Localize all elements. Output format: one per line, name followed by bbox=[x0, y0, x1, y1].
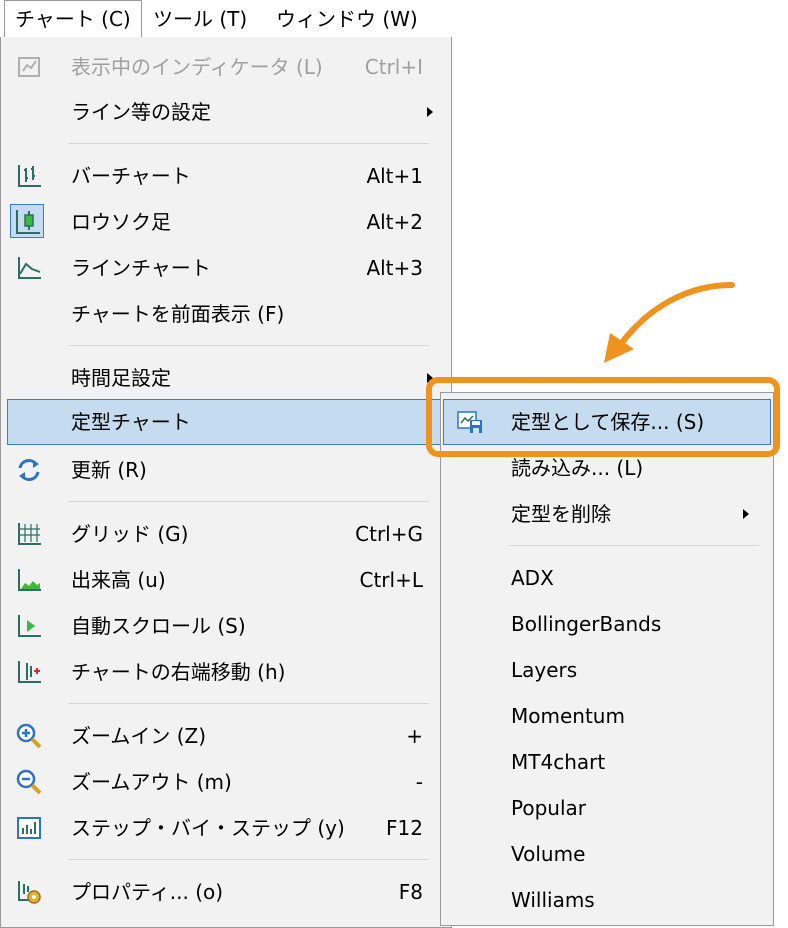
submenu-item-template[interactable]: Momentum bbox=[441, 693, 773, 739]
menu-item-shortcut: Alt+2 bbox=[366, 210, 423, 234]
menu-item-shortcut: Alt+3 bbox=[366, 256, 423, 280]
menu-item-label: ステップ・バイ・ステップ (y) bbox=[71, 816, 345, 840]
refresh-icon bbox=[15, 456, 43, 484]
menu-separator bbox=[69, 501, 429, 502]
submenu-item-label: 定型として保存... (S) bbox=[511, 410, 705, 434]
submenu-item-label: Popular bbox=[511, 796, 586, 820]
menu-separator bbox=[69, 703, 429, 704]
menu-item-label: チャートを前面表示 (F) bbox=[71, 302, 285, 326]
menu-item-bar-chart[interactable]: バーチャート Alt+1 bbox=[1, 153, 451, 199]
step-by-step-icon bbox=[15, 814, 43, 842]
menu-item-shortcut: F12 bbox=[386, 816, 423, 840]
zoom-out-icon bbox=[15, 768, 43, 796]
menu-item-label: チャートの右端移動 (h) bbox=[71, 660, 286, 684]
submenu-arrow-icon bbox=[427, 107, 433, 117]
menu-item-volume[interactable]: 出来高 (u) Ctrl+L bbox=[1, 557, 451, 603]
menu-item-chart-foreground[interactable]: チャートを前面表示 (F) bbox=[1, 291, 451, 337]
menu-item-label: ズームイン (Z) bbox=[71, 724, 207, 748]
menu-item-zoom-out[interactable]: ズームアウト (m) - bbox=[1, 759, 451, 805]
menu-item-properties[interactable]: プロパティ... (o) F8 bbox=[1, 869, 451, 915]
template-submenu: 定型として保存... (S) 読み込み... (L) 定型を削除 ADX Bol… bbox=[440, 392, 774, 926]
save-template-icon bbox=[456, 408, 484, 436]
submenu-item-label: 読み込み... (L) bbox=[511, 456, 644, 480]
auto-scroll-icon bbox=[15, 612, 43, 640]
menubar-tools[interactable]: ツール (T) bbox=[143, 0, 257, 38]
chart-shift-icon bbox=[15, 658, 43, 686]
submenu-item-template[interactable]: ADX bbox=[441, 555, 773, 601]
menu-item-label: ラインチャート bbox=[71, 256, 211, 280]
menu-separator bbox=[69, 143, 429, 144]
menu-item-line-settings[interactable]: ライン等の設定 bbox=[1, 89, 451, 135]
menu-item-label: プロパティ... (o) bbox=[71, 880, 224, 904]
bar-chart-icon bbox=[15, 162, 43, 190]
curved-arrow-icon bbox=[604, 282, 735, 363]
submenu-item-label: Layers bbox=[511, 658, 578, 682]
submenu-item-label: Williams bbox=[511, 888, 595, 912]
menu-item-label: 更新 (R) bbox=[71, 458, 147, 482]
menu-item-line-chart[interactable]: ラインチャート Alt+3 bbox=[1, 245, 451, 291]
menu-item-chart-shift[interactable]: チャートの右端移動 (h) bbox=[1, 649, 451, 695]
line-chart-icon bbox=[15, 254, 43, 282]
menu-item-step-by-step[interactable]: ステップ・バイ・ステップ (y) F12 bbox=[1, 805, 451, 851]
submenu-item-template[interactable]: BollingerBands bbox=[441, 601, 773, 647]
menu-item-shortcut: Ctrl+G bbox=[355, 522, 423, 546]
menu-item-shortcut: F8 bbox=[398, 880, 423, 904]
menu-bar: チャート (C) ツール (T) ウィンドウ (W) bbox=[0, 0, 452, 39]
zoom-in-icon bbox=[15, 722, 43, 750]
menu-item-label: グリッド (G) bbox=[71, 522, 189, 546]
menu-item-shortcut: Ctrl+L bbox=[359, 568, 424, 592]
candlestick-icon bbox=[10, 204, 44, 238]
submenu-item-save-template[interactable]: 定型として保存... (S) bbox=[443, 399, 771, 445]
menu-item-shortcut: + bbox=[406, 724, 423, 748]
menu-item-auto-scroll[interactable]: 自動スクロール (S) bbox=[1, 603, 451, 649]
menu-item-template-chart[interactable]: 定型チャート bbox=[7, 399, 453, 445]
menubar-chart[interactable]: チャート (C) bbox=[4, 0, 142, 39]
submenu-item-load-template[interactable]: 読み込み... (L) bbox=[441, 445, 773, 491]
menu-item-candlestick[interactable]: ロウソク足 Alt+2 bbox=[1, 199, 451, 245]
submenu-item-template[interactable]: Popular bbox=[441, 785, 773, 831]
volume-icon bbox=[15, 566, 43, 594]
submenu-item-label: 定型を削除 bbox=[511, 502, 611, 526]
submenu-arrow-icon bbox=[743, 509, 749, 519]
submenu-item-template[interactable]: Volume bbox=[441, 831, 773, 877]
menu-item-shortcut: Ctrl+I bbox=[364, 55, 423, 79]
menu-separator bbox=[69, 859, 429, 860]
menu-item-label: バーチャート bbox=[71, 164, 191, 188]
menu-item-zoom-in[interactable]: ズームイン (Z) + bbox=[1, 713, 451, 759]
submenu-item-label: MT4chart bbox=[511, 750, 606, 774]
menu-item-label: 自動スクロール (S) bbox=[71, 614, 246, 638]
menu-item-grid[interactable]: グリッド (G) Ctrl+G bbox=[1, 511, 451, 557]
submenu-item-label: BollingerBands bbox=[511, 612, 662, 636]
submenu-item-delete-template[interactable]: 定型を削除 bbox=[441, 491, 773, 537]
menu-item-label: 出来高 (u) bbox=[71, 568, 166, 592]
submenu-item-label: Volume bbox=[511, 842, 586, 866]
menubar-window[interactable]: ウィンドウ (W) bbox=[266, 0, 428, 38]
menu-separator bbox=[69, 345, 429, 346]
menu-item-label: ライン等の設定 bbox=[71, 100, 211, 124]
menu-item-label: ロウソク足 bbox=[71, 210, 171, 234]
menu-item-refresh[interactable]: 更新 (R) bbox=[1, 447, 451, 493]
submenu-separator bbox=[509, 545, 759, 546]
grid-icon bbox=[15, 520, 43, 548]
submenu-item-template[interactable]: MT4chart bbox=[441, 739, 773, 785]
submenu-item-template[interactable]: Williams bbox=[441, 877, 773, 923]
menu-item-label: 時間足設定 bbox=[71, 366, 171, 390]
menu-item-label: ズームアウト (m) bbox=[71, 770, 232, 794]
submenu-item-template[interactable]: Layers bbox=[441, 647, 773, 693]
properties-icon bbox=[15, 878, 43, 906]
menu-item-timeframes[interactable]: 時間足設定 bbox=[1, 355, 451, 401]
menu-item-indicators-list[interactable]: 表示中のインディケータ (L) Ctrl+I bbox=[1, 44, 451, 90]
menu-item-label: 定型チャート bbox=[71, 410, 191, 434]
menu-item-label: 表示中のインディケータ (L) bbox=[71, 55, 323, 79]
submenu-item-label: Momentum bbox=[511, 704, 625, 728]
submenu-item-label: ADX bbox=[511, 566, 554, 590]
menu-item-shortcut: - bbox=[415, 770, 423, 794]
submenu-arrow-icon bbox=[427, 373, 433, 383]
indicators-list-icon bbox=[15, 53, 43, 81]
menu-item-shortcut: Alt+1 bbox=[366, 164, 423, 188]
chart-menu: 表示中のインディケータ (L) Ctrl+I ライン等の設定 バーチャート Al… bbox=[0, 37, 453, 928]
